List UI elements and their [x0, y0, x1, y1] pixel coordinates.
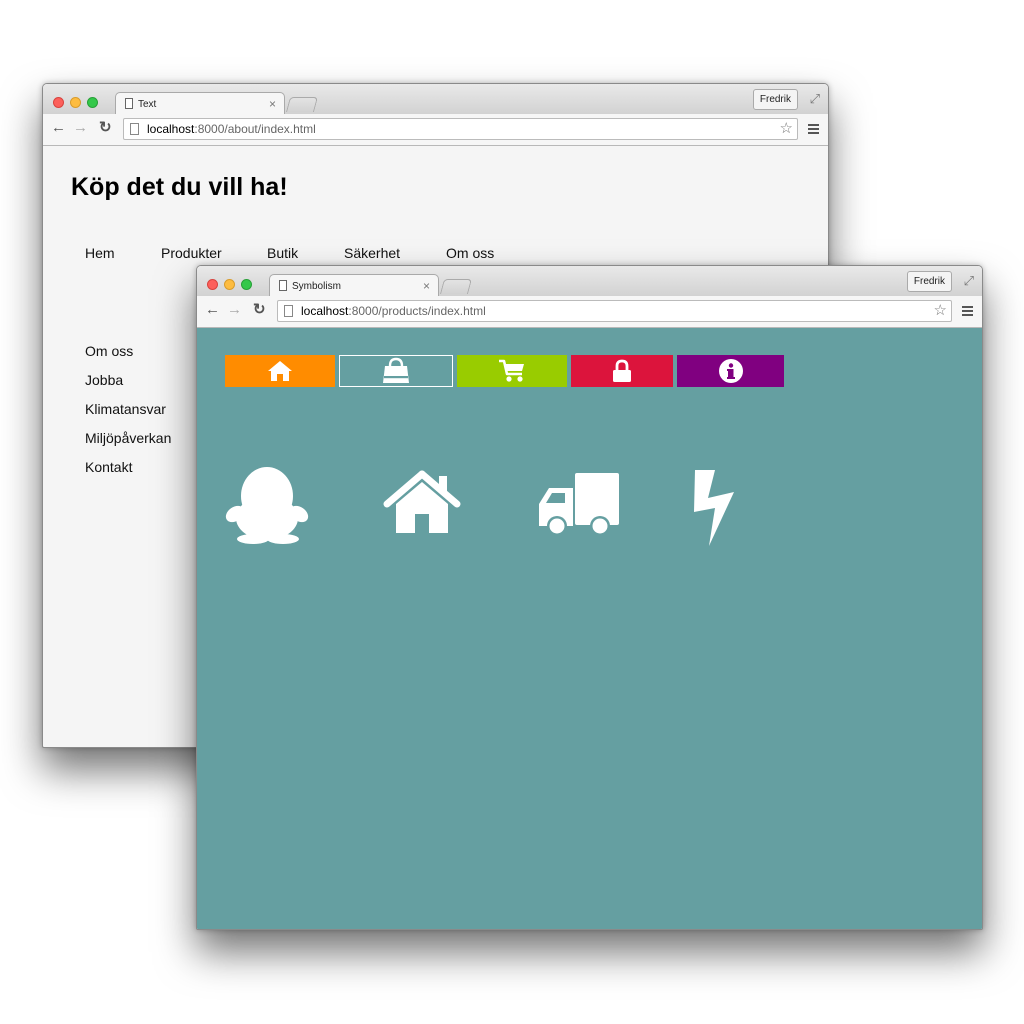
page-icon — [125, 98, 133, 109]
subnav-link-jobba[interactable]: Jobba — [85, 372, 123, 388]
back-arrow-icon[interactable]: ← — [51, 120, 66, 136]
address-bar[interactable]: localhost:8000/about/index.html ☆ — [123, 118, 798, 140]
home-icon — [268, 361, 292, 381]
nav-tile-home[interactable] — [225, 355, 335, 387]
subnav-link-klimatansvar[interactable]: Klimatansvar — [85, 401, 166, 417]
nav-link-hem[interactable]: Hem — [85, 245, 115, 261]
subnav-link-miljopaverkan[interactable]: Miljöpåverkan — [85, 430, 171, 446]
shopping-bag-icon — [383, 357, 409, 383]
menu-icon[interactable] — [962, 306, 973, 316]
nav-link-butik[interactable]: Butik — [267, 245, 298, 261]
zoom-window-button[interactable] — [87, 97, 98, 108]
info-icon — [718, 359, 743, 383]
zoom-window-button[interactable] — [241, 279, 252, 290]
browser-toolbar: ← → ↻ localhost:8000/products/index.html… — [197, 296, 982, 328]
tab-bar: Symbolism × Fredrik ⤢ — [197, 266, 982, 298]
browser-window-products: Symbolism × Fredrik ⤢ ← → ↻ localhost:80… — [196, 265, 983, 930]
tab-title: Symbolism — [292, 281, 341, 292]
new-tab-button[interactable] — [285, 97, 319, 112]
url-text: localhost:8000/products/index.html — [301, 304, 486, 318]
tab-title: Text — [138, 99, 157, 110]
lock-icon — [613, 359, 631, 382]
page-icon — [130, 123, 139, 135]
reload-icon[interactable]: ↻ — [99, 120, 112, 136]
nav-link-om-oss[interactable]: Om oss — [446, 245, 494, 261]
window-controls — [207, 277, 258, 295]
subnav-link-om-oss[interactable]: Om oss — [85, 343, 133, 359]
tab-symbolism[interactable]: Symbolism × — [269, 274, 439, 298]
forward-arrow-icon[interactable]: → — [227, 302, 242, 318]
profile-button[interactable]: Fredrik — [752, 89, 798, 110]
truck-icon — [539, 473, 619, 536]
shopping-cart-icon — [499, 359, 524, 382]
nav-tile-security[interactable] — [571, 355, 673, 387]
menu-icon[interactable] — [808, 124, 819, 134]
minimize-window-button[interactable] — [70, 97, 81, 108]
forward-arrow-icon[interactable]: → — [73, 120, 88, 136]
nav-tile-info[interactable] — [677, 355, 784, 387]
nav-tile-products[interactable] — [339, 355, 453, 387]
browser-toolbar: ← → ↻ localhost:8000/about/index.html ☆ — [43, 114, 828, 146]
lightning-icon — [694, 470, 734, 546]
large-home-icon — [383, 470, 461, 533]
close-tab-icon[interactable]: × — [423, 279, 430, 293]
window-controls — [53, 95, 104, 113]
tab-text[interactable]: Text × — [115, 92, 285, 116]
nav-link-sakerhet[interactable]: Säkerhet — [344, 245, 400, 261]
close-window-button[interactable] — [207, 279, 218, 290]
page-content — [197, 328, 982, 929]
close-window-button[interactable] — [53, 97, 64, 108]
address-bar[interactable]: localhost:8000/products/index.html ☆ — [277, 300, 952, 322]
new-tab-button[interactable] — [439, 279, 473, 294]
bookmark-star-icon[interactable]: ☆ — [934, 301, 947, 321]
back-arrow-icon[interactable]: ← — [205, 302, 220, 318]
tab-bar: Text × Fredrik ⤢ — [43, 84, 828, 116]
penguin-icon — [225, 467, 309, 544]
page-title: Köp det du vill ha! — [71, 173, 288, 201]
reload-icon[interactable]: ↻ — [253, 302, 266, 318]
fullscreen-icon[interactable]: ⤢ — [810, 91, 820, 107]
page-icon — [284, 305, 293, 317]
page-icon — [279, 280, 287, 291]
fullscreen-icon[interactable]: ⤢ — [964, 273, 974, 289]
bookmark-star-icon[interactable]: ☆ — [780, 119, 793, 139]
minimize-window-button[interactable] — [224, 279, 235, 290]
nav-link-produkter[interactable]: Produkter — [161, 245, 222, 261]
nav-tile-cart[interactable] — [457, 355, 567, 387]
profile-button[interactable]: Fredrik — [906, 271, 952, 292]
url-text: localhost:8000/about/index.html — [147, 122, 316, 136]
close-tab-icon[interactable]: × — [269, 97, 276, 111]
subnav-link-kontakt[interactable]: Kontakt — [85, 459, 132, 475]
